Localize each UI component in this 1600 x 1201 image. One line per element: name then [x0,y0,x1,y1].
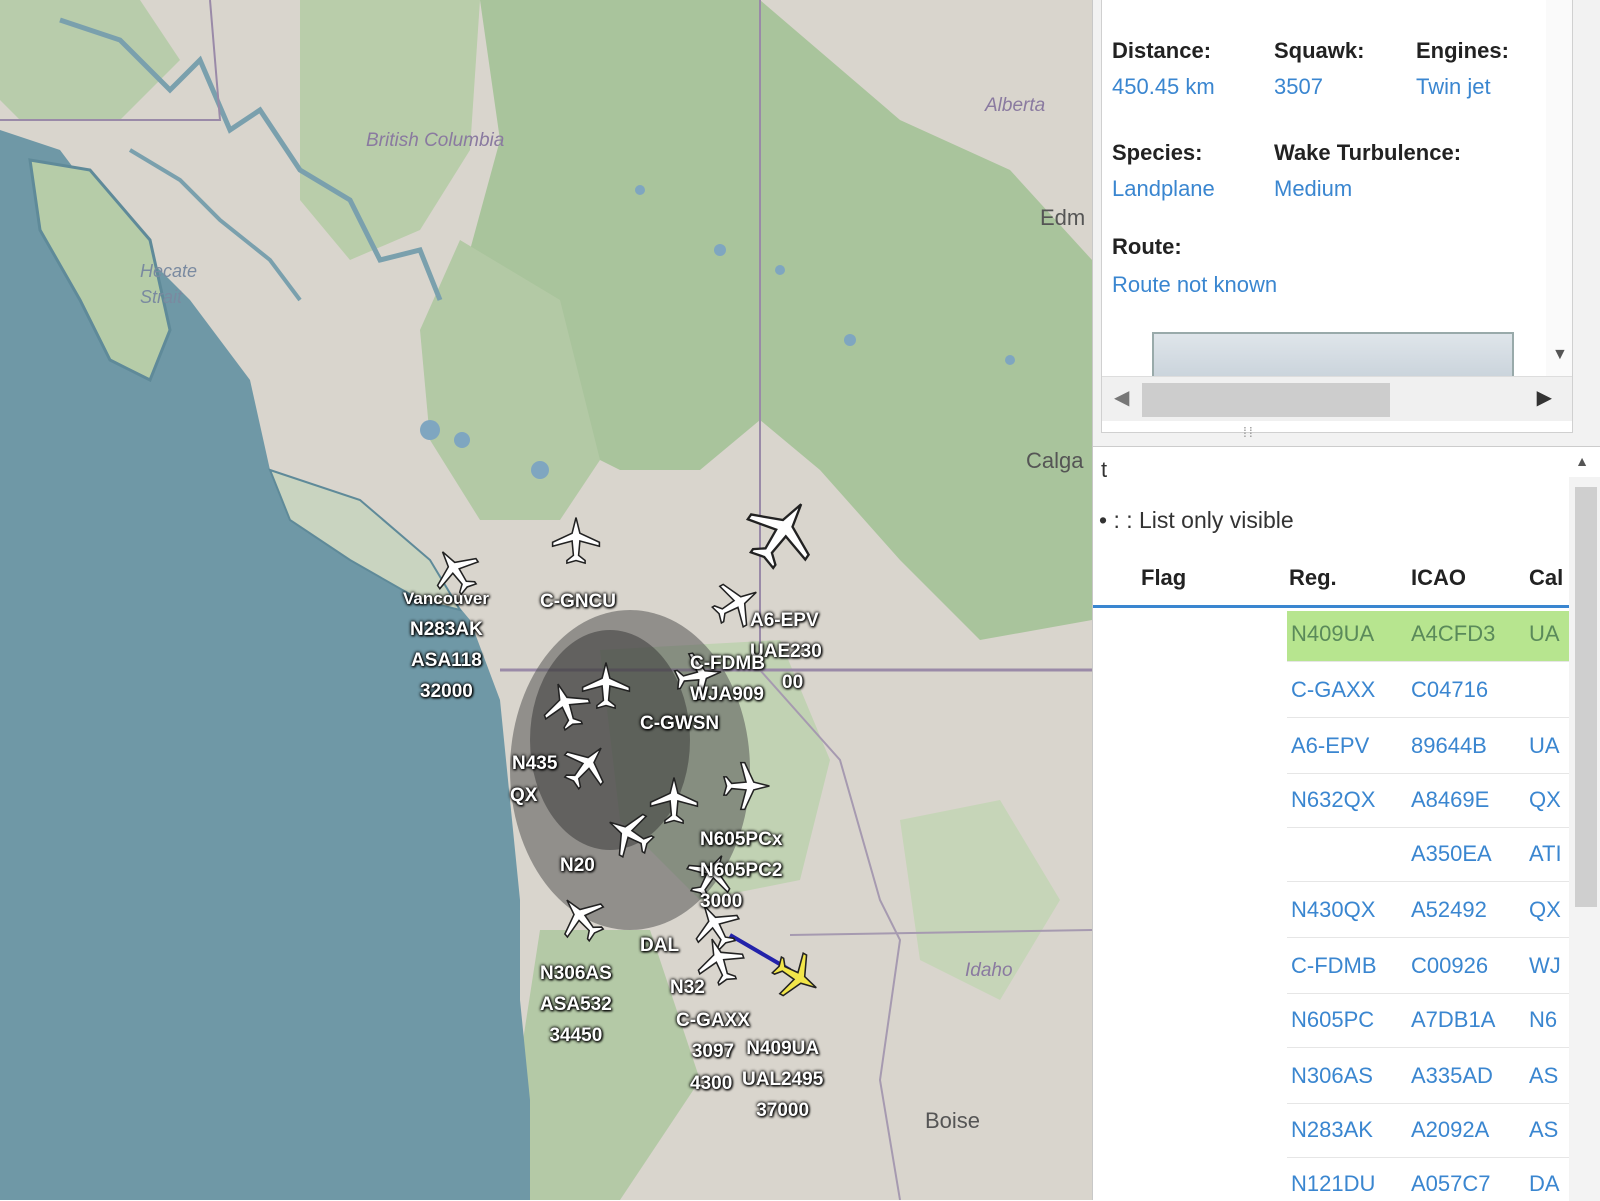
cell-reg: N306AS [1291,1063,1373,1088]
cell-callsign: UA [1529,733,1560,758]
horizontal-scroll-thumb[interactable] [1142,383,1390,417]
cell-icao: A350EA [1411,841,1492,866]
engines-label: Engines: [1416,38,1509,63]
column-flag[interactable]: Flag [1141,565,1186,591]
cell-icao: C04716 [1411,677,1489,702]
list-row-n306as[interactable]: N306AS A335AD AS [1093,1051,1569,1105]
aircraft-label-asa118: N283AK ASA118 32000 [410,619,483,702]
squawk-value: 3507 [1274,74,1323,99]
aircraft-label-n605pc: N605PCx N605PC2 3000 [700,829,783,912]
squawk-label: Squawk: [1274,38,1365,63]
list-row-n605pc[interactable]: N605PC A7DB1A N6 [1093,995,1569,1049]
aircraft-cluster-4-icon[interactable] [720,760,772,812]
map-label-british-columbia: British Columbia [366,130,505,151]
list-scroll-thumb[interactable] [1575,487,1597,907]
distance-label: Distance: [1112,38,1212,63]
aircraft-list-pane: t ▲ • : : List only visible Flag Reg. IC… [1093,446,1600,1201]
column-icao[interactable]: ICAO [1411,565,1466,591]
cell-callsign: DA [1529,1171,1560,1196]
engines-value: Twin jet [1416,74,1491,99]
cell-reg: N283AK [1291,1117,1373,1142]
panel-splitter-handle[interactable]: ⁞⁞ [1243,424,1255,440]
distance-value: 450.45 km [1112,74,1215,99]
cell-icao: A4CFD3 [1411,621,1496,646]
map-label-alberta: Alberta [985,95,1046,116]
cell-reg: A6-EPV [1291,733,1370,758]
cell-reg: N632QX [1291,787,1376,812]
cell-icao: C00926 [1411,953,1489,978]
list-row-a350ea[interactable]: A350EA ATI [1093,829,1569,883]
right-panel: Distance: 450.45 km Squawk: 3507 Engines… [1092,0,1600,1201]
list-row-n632qx[interactable]: N632QX A8469E QX [1093,775,1569,829]
cell-icao: A2092A [1411,1117,1490,1142]
aircraft-label-ual2495: N409UA UAL2495 37000 [742,1038,824,1121]
cell-reg: N605PC [1291,1007,1375,1032]
aircraft-label-c-gncu: C-GNCU [540,591,616,612]
aircraft-label-n435: N435 [512,753,558,774]
species-label: Species: [1112,140,1203,165]
list-row-n121du[interactable]: N121DU A057C7 DA [1093,1159,1569,1201]
list-row-a6-epv[interactable]: A6-EPV 89644B UA [1093,721,1569,775]
aircraft-c-gncu-icon[interactable] [550,515,602,567]
cell-reg: N430QX [1291,897,1376,922]
scroll-left-arrow-icon[interactable]: ◀ [1114,385,1129,410]
cell-callsign: AS [1529,1117,1559,1142]
list-row-n409ua[interactable]: N409UA A4CFD3 UA [1093,609,1569,663]
list-column-header: Flag Reg. ICAO Cal [1093,555,1569,608]
aircraft-label-dal: DAL [640,935,680,956]
aircraft-label-n20: N20 [560,855,595,876]
map-label-idaho: Idaho [965,960,1013,981]
route-label: Route: [1112,234,1182,259]
cell-callsign: N6 [1529,1007,1558,1032]
cell-reg: C-GAXX [1291,677,1376,702]
wake-turbulence-label: Wake Turbulence: [1274,140,1462,165]
cell-reg: N121DU [1291,1171,1376,1196]
aircraft-label-c-gaxx: C-GAXX 3097 [676,1010,750,1062]
cell-reg: N409UA [1291,621,1375,646]
cell-reg: C-FDMB [1291,953,1377,978]
aircraft-label-qx: QX [510,785,538,806]
cell-callsign: QX [1529,897,1561,922]
cell-callsign: WJ [1529,953,1561,978]
city-boise: Boise [925,1108,981,1133]
list-row-c-gaxx[interactable]: C-GAXX C04716 [1093,665,1569,719]
cell-icao: A7DB1A [1411,1007,1496,1032]
city-calgary: Calga [1026,448,1084,473]
wake-turbulence-value: Medium [1274,176,1353,201]
aircraft-label-asa532: N306AS ASA532 34450 [540,963,612,1046]
list-only-visible-option[interactable]: • : : List only visible [1099,507,1294,534]
cell-callsign: ATI [1529,841,1562,866]
map-label-hecate-strait: Hecate Strait [140,261,198,307]
list-row-c-fdmb[interactable]: C-FDMB C00926 WJ [1093,941,1569,995]
details-horizontal-scrollbar[interactable]: ◀ ▶ [1102,376,1572,421]
aircraft-label-n32: N32 [670,977,705,998]
scroll-down-arrow-icon[interactable]: ▼ [1552,346,1568,364]
column-callsign[interactable]: Cal [1529,565,1563,591]
cell-icao: 89644B [1411,733,1487,758]
list-row-n430qx[interactable]: N430QX A52492 QX [1093,885,1569,939]
cell-callsign: UA [1529,621,1560,646]
aircraft-label-c-fdmb: C-FDMB WJA909 [690,653,765,705]
cell-icao: A335AD [1411,1063,1493,1088]
scroll-up-arrow-icon[interactable]: ▲ [1575,453,1589,469]
aircraft-label-gwsn: C-GWSN [640,713,720,734]
scroll-right-arrow-icon[interactable]: ▶ [1537,385,1552,410]
cell-callsign: AS [1529,1063,1559,1088]
cell-callsign: QX [1529,787,1561,812]
column-reg[interactable]: Reg. [1289,565,1337,591]
aircraft-label-4300: 4300 [690,1073,733,1094]
list-row-n283ak[interactable]: N283AK A2092A AS [1093,1105,1569,1159]
cell-icao: A057C7 [1411,1171,1491,1196]
details-vertical-scrollbar[interactable]: ▼ [1546,0,1572,380]
route-value: Route not known [1112,272,1278,297]
cell-icao: A52492 [1411,897,1487,922]
aircraft-details-pane: Distance: 450.45 km Squawk: 3507 Engines… [1101,0,1573,433]
species-value: Landplane [1112,176,1215,201]
list-title: t [1101,457,1108,482]
map-view[interactable]: British Columbia Alberta Idaho Hecate St… [0,0,1092,1200]
city-edmonton: Edm [1040,205,1086,230]
list-vertical-scrollbar[interactable] [1569,477,1600,1201]
cell-icao: A8469E [1411,787,1490,812]
